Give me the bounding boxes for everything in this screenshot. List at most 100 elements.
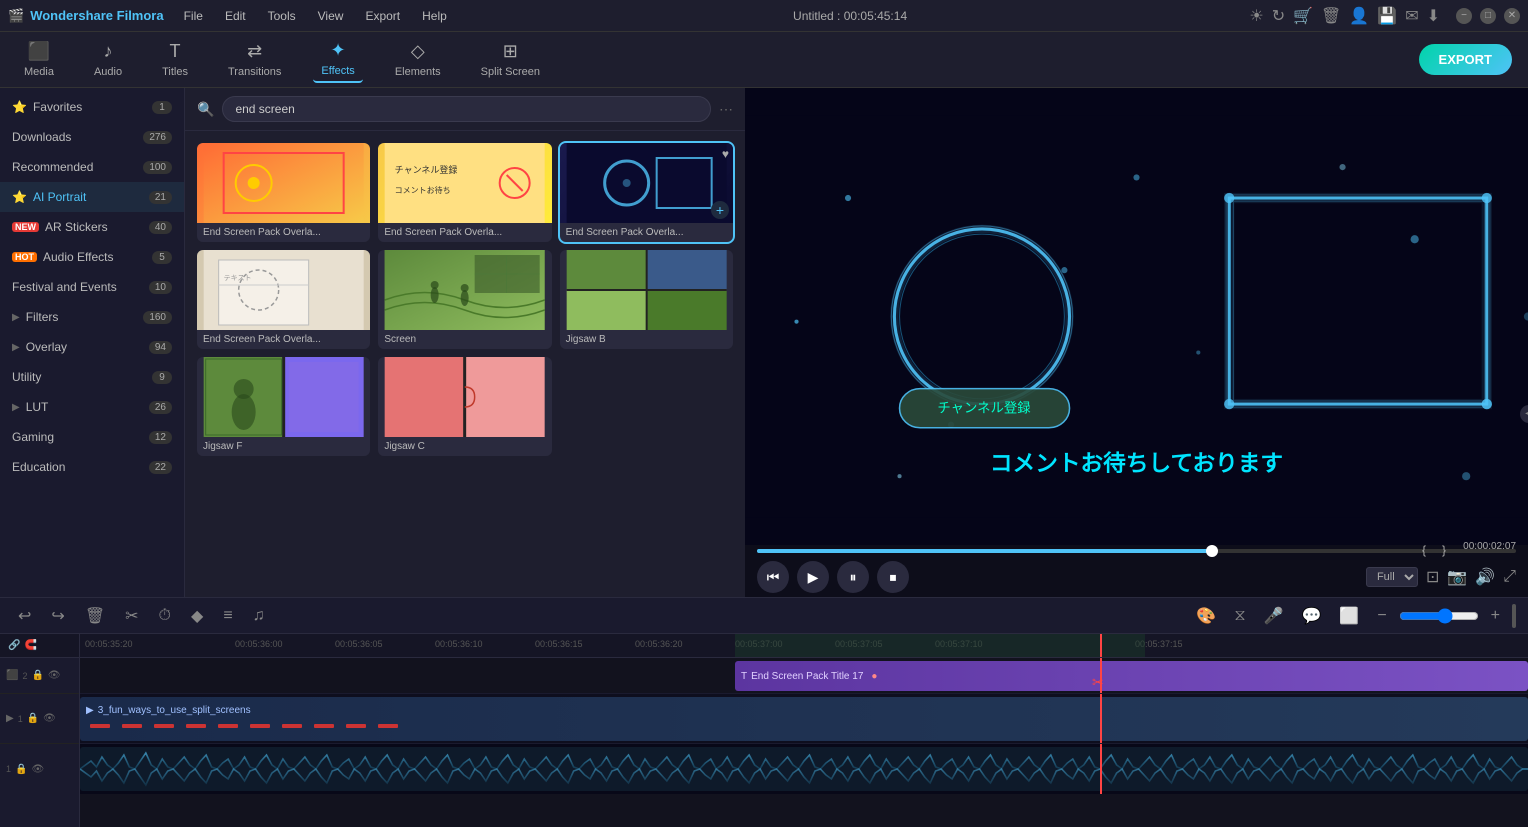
effect-card-8[interactable]: Jigsaw C — [378, 357, 551, 456]
tray-trash-icon[interactable]: 🗑 — [1321, 6, 1341, 26]
track-label-2: ▶ 1 🔒 👁 — [0, 694, 79, 744]
pause-button[interactable]: ⏸ — [837, 561, 869, 593]
minimize-button[interactable]: − — [1456, 8, 1472, 24]
stabilize-button[interactable]: ⧖ — [1228, 605, 1251, 627]
left-bracket-marker[interactable]: { — [1422, 543, 1426, 557]
tray-refresh-icon[interactable]: ↻ — [1272, 6, 1285, 26]
track3-eye-icon[interactable]: 👁 — [31, 764, 44, 775]
magnet-icon[interactable]: 🧲 — [24, 640, 36, 651]
plus-icon-3[interactable]: + — [711, 201, 729, 219]
menu-tools[interactable]: Tools — [264, 7, 300, 25]
export-button[interactable]: EXPORT — [1419, 44, 1512, 75]
progress-bar-track[interactable]: { } 00:00:02:07 — [757, 549, 1516, 553]
snapshot-button[interactable]: 📷 — [1447, 567, 1467, 587]
sidebar-item-filters[interactable]: ▶ Filters 160 — [0, 302, 184, 332]
effects-clip[interactable]: T End Screen Pack Title 17 ● — [735, 661, 1528, 691]
color-button[interactable]: ◆ — [185, 604, 209, 628]
timeline-scroll-area[interactable]: 00:05:35:20 00:05:36:00 00:05:36:05 00:0… — [80, 634, 1528, 827]
track1-eye-icon[interactable]: 👁 — [48, 670, 61, 681]
sidebar-item-festival-events[interactable]: Festival and Events 10 — [0, 272, 184, 302]
toolbar-titles[interactable]: T Titles — [154, 37, 196, 82]
volume-button[interactable]: 🔊 — [1475, 567, 1495, 587]
effect-card-6[interactable]: Jigsaw B — [560, 250, 733, 349]
tray-mail-icon[interactable]: ✉ — [1405, 6, 1418, 26]
rewind-button[interactable]: ⏮ — [757, 561, 789, 593]
adjust-button[interactable]: ≡ — [217, 605, 238, 627]
color-grading-button[interactable]: 🎨 — [1190, 604, 1222, 628]
redo-button[interactable]: ↪ — [45, 604, 70, 628]
toolbar-media[interactable]: ⬛ Media — [16, 37, 62, 82]
delete-button[interactable]: 🗑 — [79, 604, 111, 628]
track1-lock-icon[interactable]: 🔒 — [31, 670, 43, 681]
tray-save-icon[interactable]: 💾 — [1377, 6, 1397, 26]
zoom-slider[interactable] — [1399, 608, 1479, 624]
progress-thumb[interactable] — [1206, 545, 1218, 557]
tray-cart-icon[interactable]: 🛒 — [1293, 6, 1313, 26]
speed-button[interactable]: ⏱ — [153, 605, 177, 627]
toolbar-effects[interactable]: ✦ Effects — [313, 36, 362, 83]
tray-user-icon[interactable]: 👤 — [1349, 6, 1369, 26]
sidebar-item-lut[interactable]: ▶ LUT 26 — [0, 392, 184, 422]
toolbar-elements[interactable]: ◇ Elements — [387, 37, 449, 82]
tray-sun-icon[interactable]: ☀ — [1249, 6, 1263, 26]
hot-badge-icon: HOT — [12, 252, 37, 262]
zoom-in-button[interactable]: + — [1485, 605, 1506, 627]
audio-clip[interactable] — [80, 747, 1528, 791]
toolbar-audio[interactable]: ♪ Audio — [86, 37, 130, 82]
marker-9 — [346, 724, 366, 728]
toolbar-transitions[interactable]: ⇄ Transitions — [220, 37, 289, 82]
effect-card-5[interactable]: Screen — [378, 250, 551, 349]
marker-5 — [218, 724, 238, 728]
sidebar-item-utility[interactable]: Utility 9 — [0, 362, 184, 392]
track3-lock-icon[interactable]: 🔒 — [15, 764, 27, 775]
sidebar-item-ar-stickers[interactable]: NEW AR Stickers 40 — [0, 212, 184, 242]
stop-button[interactable]: ⏹ — [877, 561, 909, 593]
sidebar-item-gaming[interactable]: Gaming 12 — [0, 422, 184, 452]
audio-button[interactable]: ♫ — [247, 605, 271, 627]
menu-edit[interactable]: Edit — [221, 7, 250, 25]
menu-view[interactable]: View — [314, 7, 348, 25]
maximize-button[interactable]: □ — [1480, 8, 1496, 24]
track3-playhead — [1100, 744, 1102, 794]
sidebar-item-audio-effects[interactable]: HOT Audio Effects 5 — [0, 242, 184, 272]
right-bracket-marker[interactable]: } — [1442, 543, 1446, 557]
window-controls: − □ ✕ — [1456, 8, 1520, 24]
undo-button[interactable]: ↩ — [12, 604, 37, 628]
effect-card-3[interactable]: ♥ + End Screen Pack Overla... — [560, 143, 733, 242]
cut-button[interactable]: ✂ — [119, 604, 144, 628]
quality-select[interactable]: Full 1/2 1/4 — [1366, 567, 1418, 587]
sidebar-item-recommended[interactable]: Recommended 100 — [0, 152, 184, 182]
track2-lock-icon[interactable]: 🔒 — [27, 713, 39, 724]
menu-help[interactable]: Help — [418, 7, 451, 25]
grid-toggle-icon[interactable]: ⋯ — [719, 101, 733, 118]
menu-file[interactable]: File — [180, 7, 207, 25]
sidebar-item-overlay[interactable]: ▶ Overlay 94 — [0, 332, 184, 362]
sidebar-item-ai-portrait[interactable]: ⭐ AI Portrait 21 — [0, 182, 184, 212]
effect-card-7[interactable]: Jigsaw F — [197, 357, 370, 456]
toolbar-split-screen[interactable]: ⊞ Split Screen — [473, 37, 548, 82]
video-clip[interactable]: ▶ 3_fun_ways_to_use_split_screens — [80, 697, 1528, 741]
sidebar-item-favorites[interactable]: ⭐ Favorites 1 — [0, 92, 184, 122]
tray-download-icon[interactable]: ⬇ — [1427, 6, 1440, 26]
sidebar-item-education[interactable]: Education 22 — [0, 452, 184, 482]
close-button[interactable]: ✕ — [1504, 8, 1520, 24]
subtitle-button[interactable]: 💬 — [1295, 604, 1327, 628]
zoom-out-button[interactable]: − — [1371, 605, 1392, 627]
effect-card-4[interactable]: テキスト End Screen Pack Overla... — [197, 250, 370, 349]
sidebar-audio-effects-left: HOT Audio Effects — [12, 250, 114, 264]
track2-eye-icon[interactable]: 👁 — [43, 713, 56, 724]
play-button[interactable]: ▶ — [797, 561, 829, 593]
effects-grid: End Screen Pack Overla... チャンネル登録 コメントお待… — [185, 131, 745, 468]
sidebar-item-downloads[interactable]: Downloads 276 — [0, 122, 184, 152]
ruler-tick-6: 00:05:36:20 — [635, 639, 683, 649]
link-tracks-icon[interactable]: 🔗 — [8, 640, 20, 651]
heart-icon-3[interactable]: ♥ — [722, 147, 729, 161]
keyframe-button[interactable]: ⬜ — [1333, 604, 1365, 628]
search-input[interactable] — [222, 96, 711, 122]
voiceover-button[interactable]: 🎤 — [1258, 604, 1290, 628]
menu-export[interactable]: Export — [361, 7, 404, 25]
effect-card-2[interactable]: チャンネル登録 コメントお待ち End Screen Pack Overla..… — [378, 143, 551, 242]
crop-view-button[interactable]: ⊡ — [1426, 567, 1439, 587]
fullscreen-button[interactable]: ⤢ — [1503, 568, 1516, 586]
effect-card-1[interactable]: End Screen Pack Overla... — [197, 143, 370, 242]
